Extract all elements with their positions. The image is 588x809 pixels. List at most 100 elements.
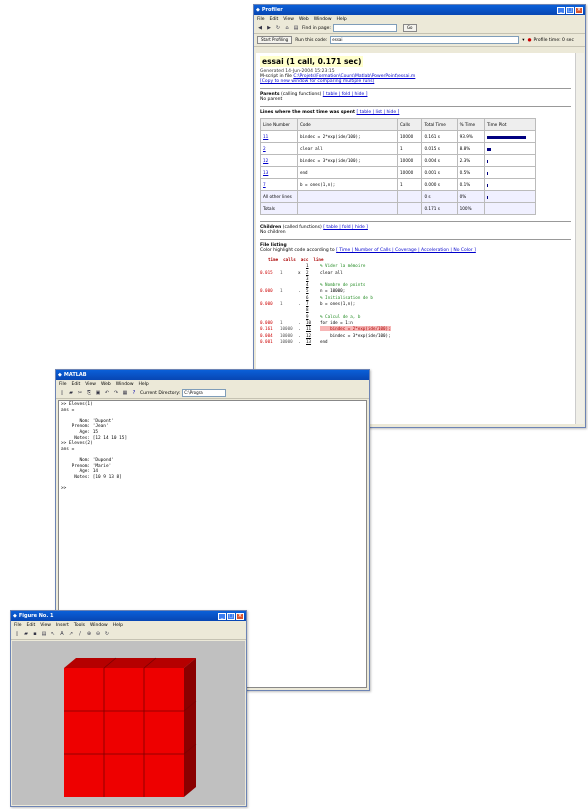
dropdown-arrow-icon[interactable]: ▾ [522,38,524,43]
paste-icon[interactable]: ▣ [95,390,101,396]
find-input[interactable] [332,24,397,32]
cube-top-face [64,658,196,668]
maximize-button[interactable]: □ [566,6,574,14]
lines-links[interactable]: [ table | list | hide ] [357,110,400,115]
home-icon[interactable]: ⌂ [284,25,290,31]
menu-file[interactable]: File [257,17,265,22]
line-link[interactable]: 11 [260,130,298,143]
empty-cell [297,190,398,203]
menu-window[interactable]: Window [314,17,332,22]
calls-cell: 1 [396,178,423,191]
code-acc: . [298,288,301,294]
menu-help[interactable]: Help [139,382,149,387]
menu-help[interactable]: Help [337,17,347,22]
minimize-button[interactable]: _ [218,612,226,620]
maximize-button[interactable]: □ [227,612,235,620]
copy-window-link[interactable]: [Copy to new window for comparing multip… [260,79,571,84]
code-time: 0.000 [260,288,273,294]
start-profiling-button[interactable]: Start Profiling [257,36,293,44]
profiler-titlebar[interactable]: ◆ Profiler _ □ × [254,5,585,15]
run-code-input[interactable]: essai [330,36,520,44]
open-icon[interactable]: ▰ [23,631,29,637]
code-line-number[interactable]: 13 [306,339,320,345]
undo-icon[interactable]: ↶ [104,390,110,396]
new-figure-icon[interactable]: ▯ [14,631,20,637]
code-text: bindec = 2*exp(ide/100); [320,326,391,332]
lines-table: Line Number Code Calls Total Time % Time… [260,118,536,215]
redo-icon[interactable]: ↷ [113,390,119,396]
code-cell: end [297,166,398,179]
line-link[interactable]: 13 [260,166,298,179]
help-icon[interactable]: ? [131,390,137,396]
code-text: end [320,338,328,344]
menu-window[interactable]: Window [116,382,134,387]
children-links[interactable]: [ table | fold | hide ] [323,225,368,230]
line-link[interactable]: 7 [260,178,298,191]
empty-cell [396,202,423,215]
menu-web[interactable]: Web [101,382,111,387]
close-button[interactable]: × [575,6,583,14]
line-link[interactable]: 2 [260,142,298,155]
menu-view[interactable]: View [283,17,294,22]
menu-help[interactable]: Help [113,623,123,628]
refresh-icon[interactable]: ↻ [275,25,281,31]
copy-icon[interactable]: ⎘ [86,390,92,396]
zoom-in-icon[interactable]: ⊕ [86,631,92,637]
other-lines-pct: 0% [456,190,486,203]
menu-edit[interactable]: Edit [270,17,279,22]
pct-time-cell: 0.1% [456,178,486,191]
line-link[interactable]: 12 [260,154,298,167]
close-button[interactable]: × [236,612,244,620]
code-cell: bindec = 2*exp(ide/100); [297,130,398,143]
matlab-titlebar[interactable]: ◆ MATLAB [56,370,369,380]
color-links[interactable]: [ Time | Number of Calls | Coverage | Ac… [336,248,476,253]
simulink-icon[interactable]: ▦ [122,390,128,396]
figure-titlebar[interactable]: ◆ Figure No. 1 _ □ × [11,611,246,621]
menu-file[interactable]: File [14,623,22,628]
line-icon[interactable]: / [77,631,83,637]
menu-file[interactable]: File [59,382,67,387]
zoom-out-icon[interactable]: ⊖ [95,631,101,637]
print-icon[interactable]: ▤ [41,631,47,637]
time-plot-cell [484,130,536,143]
rotate-icon[interactable]: ↻ [104,631,110,637]
code-calls: 1 [280,288,283,294]
open-file-icon[interactable]: ▰ [68,390,74,396]
col-code: Code [297,118,398,131]
figure-axes[interactable] [12,641,245,805]
cube-plot [64,657,197,797]
no-parent-text: No parent [260,97,283,102]
table-header-row: Line Number Code Calls Total Time % Time… [260,118,536,131]
cube-side-face [184,658,196,797]
menu-web[interactable]: Web [299,17,309,22]
menu-view[interactable]: View [85,382,96,387]
go-button[interactable]: Go [402,24,417,32]
children-subtitle: (called functions) [282,225,322,230]
cut-icon[interactable]: ✂ [77,390,83,396]
listing-section: File listing Color highlight code accord… [260,239,571,345]
arrow-draw-icon[interactable]: ↗ [68,631,74,637]
pct-time-cell: 2.3% [456,154,486,167]
arrow-icon[interactable]: ↖ [50,631,56,637]
new-file-icon[interactable]: ▯ [59,390,65,396]
code-text: for ide = 1:n [320,319,353,325]
back-icon[interactable]: ◀ [257,25,263,31]
minimize-button[interactable]: _ [557,6,565,14]
menu-edit[interactable]: Edit [72,382,81,387]
print-icon[interactable]: ▤ [293,25,299,31]
menu-insert[interactable]: Insert [56,623,69,628]
menu-edit[interactable]: Edit [27,623,36,628]
forward-icon[interactable]: ▶ [266,25,272,31]
code-calls: 1 [280,269,283,275]
total-time-cell: 0.161 s [421,130,458,143]
parents-links[interactable]: [ table | fold | hide ] [323,92,368,97]
menu-tools[interactable]: Tools [74,623,85,628]
menu-window[interactable]: Window [90,623,108,628]
profiler-scrollbar[interactable] [575,53,584,424]
current-dir-input[interactable]: C:\Progra [182,389,227,397]
menu-view[interactable]: View [40,623,51,628]
text-icon[interactable]: A [59,631,65,637]
code-body: 1% Vider la mémoire 0.015 1 x 2 clear all 3 4% … [260,263,571,345]
time-plot-cell [484,178,536,191]
save-icon[interactable]: ▪ [32,631,38,637]
